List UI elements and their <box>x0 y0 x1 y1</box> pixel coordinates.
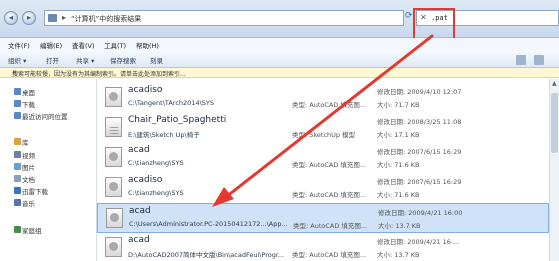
pictures-icon <box>14 163 21 170</box>
toolbar-button-3[interactable]: 保存搜索 <box>110 55 136 65</box>
file-row[interactable]: acadiso C:\tianzheng\SYS 类型: AutoCAD 填充图..… <box>97 173 549 203</box>
menu-item-3[interactable]: 工具(T) <box>104 40 126 50</box>
refresh-icon[interactable]: ⟳ <box>405 11 413 21</box>
file-size: 大小: 13.7 KB <box>377 251 420 259</box>
forward-button[interactable]: ▸ <box>22 11 36 25</box>
documents-icon <box>14 175 21 182</box>
file-path: C:\Tangent\TArch2014\SYS <box>128 99 214 107</box>
sidebar-item[interactable]: 文档 <box>22 174 35 184</box>
pat-file-icon <box>105 177 122 197</box>
toolbar-button-2[interactable]: 共享 ▾ <box>76 55 94 65</box>
file-date: 修改日期: 2008/3/25 11:08 <box>377 118 462 126</box>
file-path: C:\tianzheng\SYS <box>128 159 184 167</box>
sidebar-item[interactable]: 家庭组 <box>22 225 42 235</box>
file-row[interactable]: acadiso C:\Tangent\TArch2014\SYS 类型: AutoC… <box>97 83 549 113</box>
file-size: 大小: 71.6 KB <box>377 191 420 199</box>
skp-file-icon <box>105 117 122 137</box>
menu-item-2[interactable]: 查看(V) <box>72 40 95 50</box>
file-name: acadiso <box>128 175 163 185</box>
thunder-icon <box>14 187 21 194</box>
computer-icon <box>48 14 57 22</box>
title-bar: ◂ ▸ ▸ “计算机”中的搜索结果 ⟳ ✕ .pat <box>0 0 559 40</box>
file-date: 修改日期: 2009/4/21 16:... <box>377 238 460 246</box>
address-path: “计算机”中的搜索结果 <box>71 15 142 23</box>
vertical-scrollbar[interactable]: ▲ <box>549 79 559 261</box>
file-type: 类型: SketchUp 模型 <box>292 131 356 139</box>
file-name: acad <box>128 145 150 155</box>
file-row[interactable]: Chair_Patio_Spaghetti E:\建筑\Sketch Up\椅子 类… <box>97 113 549 143</box>
file-type: 类型: AutoCAD 填充图... <box>292 161 367 169</box>
close-icon[interactable]: × <box>12 69 17 76</box>
file-row[interactable]: acad D:\AutoCAD2007简体中文版\Bin\acadFeui\Pro… <box>97 233 549 261</box>
file-name: acadiso <box>128 85 163 95</box>
library-icon <box>14 138 21 145</box>
view-options-icon[interactable] <box>516 55 526 65</box>
file-type: 类型: AutoCAD 填充图... <box>292 251 367 259</box>
info-bar-text: 搜索可能较慢，因为没有为其编制索引。请单击此处添加到索引... <box>12 71 186 78</box>
file-path: C:\Users\Administrator.PC-20150412172...… <box>129 220 288 228</box>
file-name: acad <box>129 206 151 216</box>
sidebar-item[interactable]: 音乐 <box>22 198 35 208</box>
sidebar-item[interactable]: 视频 <box>22 150 35 160</box>
recent-icon <box>14 112 21 119</box>
file-row[interactable]: acad C:\Users\Administrator.PC-2015041217… <box>97 203 549 233</box>
address-separator: ▸ <box>62 13 67 22</box>
menu-bar: 文件(F) 编辑(E) 查看(V) 工具(T) 帮助(H) <box>0 38 559 50</box>
sidebar-item[interactable]: 库 <box>22 137 29 147</box>
toolbar-button-0[interactable]: 组织 ▾ <box>8 55 26 65</box>
command-toolbar: 组织 ▾ 打开 共享 ▾ 保存搜索 刻录 <box>0 50 559 68</box>
index-info-bar[interactable]: 搜索可能较慢，因为没有为其编制索引。请单击此处添加到索引... × <box>0 68 559 78</box>
preview-pane-icon[interactable] <box>534 55 544 65</box>
pat-file-icon <box>105 147 122 167</box>
file-name: Chair_Patio_Spaghetti <box>128 115 227 125</box>
toolbar-button-1[interactable]: 打开 <box>46 55 59 65</box>
pat-file-icon <box>105 87 122 107</box>
file-date: 修改日期: 2007/6/15 16:29 <box>377 178 462 186</box>
sidebar-item[interactable]: 下载 <box>22 99 35 109</box>
address-bar[interactable]: ▸ “计算机”中的搜索结果 <box>44 10 404 26</box>
download-icon <box>14 100 21 107</box>
navigation-pane: 桌面下载最近访问的位置库视频图片文档迅雷下载音乐家庭组 <box>0 79 97 261</box>
sidebar-item[interactable]: 迅雷下载 <box>22 186 48 196</box>
menu-item-1[interactable]: 编辑(E) <box>40 40 62 50</box>
pat-file-icon <box>105 237 122 257</box>
sidebar-item[interactable]: 桌面 <box>22 87 35 97</box>
file-type: 类型: AutoCAD 填充图... <box>292 101 367 109</box>
music-icon <box>14 199 21 206</box>
annotation-highlight-box <box>413 8 455 40</box>
sidebar-item[interactable]: 最近访问的位置 <box>22 111 68 121</box>
homegroup-icon <box>14 226 21 233</box>
video-icon <box>14 151 21 158</box>
search-results-list: acadiso C:\Tangent\TArch2014\SYS 类型: AutoC… <box>97 79 549 261</box>
back-button[interactable]: ◂ <box>4 11 18 25</box>
desktop-icon <box>14 88 21 95</box>
file-size: 大小: 13.7 KB <box>378 222 421 230</box>
file-name: acad <box>128 235 150 245</box>
file-type: 类型: AutoCAD 填充图... <box>292 191 367 199</box>
file-size: 大小: 71.6 KB <box>377 161 420 169</box>
file-path: C:\tianzheng\SYS <box>128 189 184 197</box>
file-type: 类型: AutoCAD 填充图... <box>293 222 368 230</box>
menu-item-0[interactable]: 文件(F) <box>8 40 30 50</box>
scroll-thumb[interactable] <box>551 93 558 153</box>
file-date: 修改日期: 2009/4/10 12:07 <box>377 88 462 96</box>
scroll-up-icon[interactable]: ▲ <box>552 80 557 87</box>
sidebar-item[interactable]: 图片 <box>22 162 35 172</box>
toolbar-button-4[interactable]: 刻录 <box>150 55 163 65</box>
file-row[interactable]: acad C:\tianzheng\SYS 类型: AutoCAD 填充图... 修改… <box>97 143 549 173</box>
file-date: 修改日期: 2009/4/21 16:00 <box>378 209 463 217</box>
file-path: E:\建筑\Sketch Up\椅子 <box>128 131 200 139</box>
pat-file-icon <box>106 208 123 228</box>
file-path: D:\AutoCAD2007简体中文版\Bin\acadFeui\Progr..… <box>128 251 285 259</box>
menu-item-4[interactable]: 帮助(H) <box>136 40 159 50</box>
file-date: 修改日期: 2007/6/15 16:29 <box>377 148 462 156</box>
file-size: 大小: 71.7 KB <box>377 101 420 109</box>
file-size: 大小: 17.1 KB <box>377 131 420 139</box>
